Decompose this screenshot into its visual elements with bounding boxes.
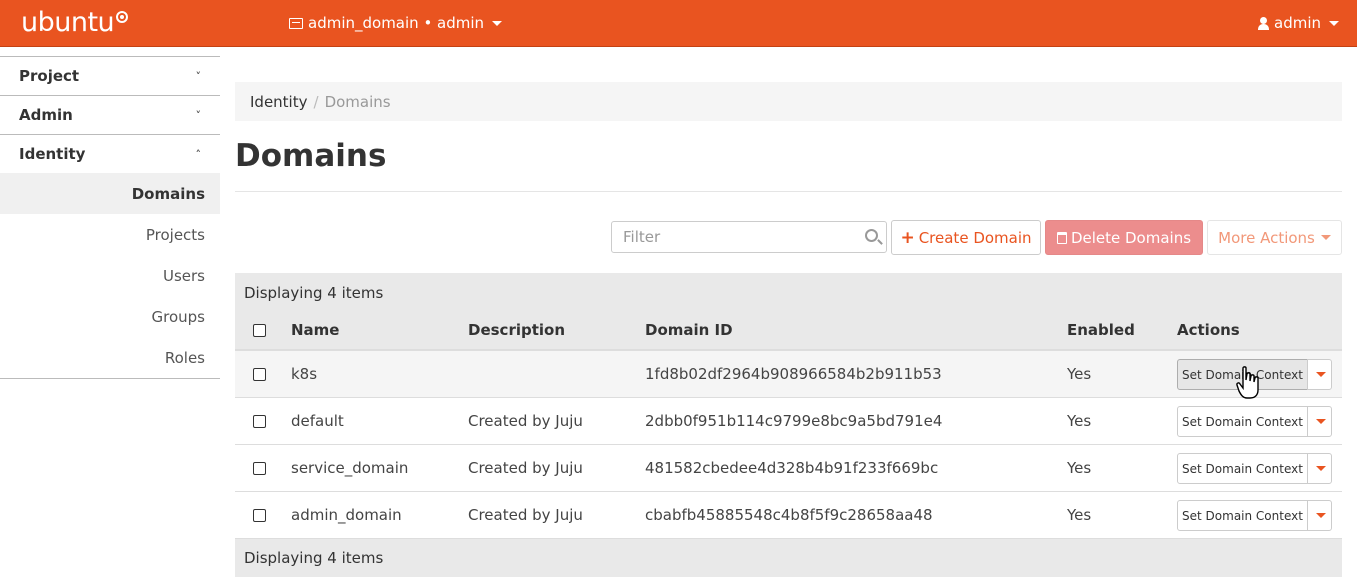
table-row[interactable]: default Created by Juju 2dbb0f951b114c97… [235,398,1342,445]
column-header-enabled[interactable]: Enabled [1067,321,1135,339]
row-checkbox[interactable] [253,509,266,522]
breadcrumb-current: Domains [324,93,391,111]
sidebar-group-label: Admin [19,106,73,124]
caret-down-icon [1315,466,1326,471]
domain-description: Created by Juju [468,412,583,430]
domain-enabled: Yes [1067,412,1092,430]
set-domain-context-button[interactable]: Set Domain Context [1177,406,1308,437]
domain-enabled: Yes [1067,365,1092,383]
item-count-footer: Displaying 4 items [244,549,384,567]
select-all-checkbox[interactable] [253,324,266,337]
caret-down-icon [1315,419,1326,424]
item-count: Displaying 4 items [244,284,384,302]
row-checkbox[interactable] [253,415,266,428]
column-header-description[interactable]: Description [468,321,565,339]
sidebar-item-roles[interactable]: Roles [0,337,220,378]
delete-domains-button[interactable]: Delete Domains [1045,220,1203,255]
row-actions-dropdown[interactable] [1307,359,1332,390]
row-actions-dropdown[interactable] [1307,406,1332,437]
sidebar-group-label: Identity [19,145,86,163]
title-divider [235,191,1342,192]
domains-table: Displaying 4 items Name Description Doma… [235,273,1342,577]
delete-domains-label: Delete Domains [1070,228,1192,247]
table-row[interactable]: service_domain Created by Juju 481582cbe… [235,445,1342,492]
ubuntu-logo[interactable]: ubuntu [21,7,115,38]
more-actions-label: More Actions [1218,228,1315,247]
user-label: admin [1274,14,1321,32]
domain-id: 2dbb0f951b114c9799e8bc9a5bd791e4 [645,412,943,430]
trash-icon [1056,231,1067,244]
create-domain-button[interactable]: + Create Domain [891,220,1041,255]
more-actions-button[interactable]: More Actions [1207,220,1342,255]
caret-down-icon [1315,513,1326,518]
sidebar-divider [0,378,220,379]
caret-down-icon [1315,372,1326,377]
plus-icon: + [900,227,915,248]
row-checkbox[interactable] [253,462,266,475]
domain-description: Created by Juju [468,459,583,477]
caret-down-icon [1320,235,1331,240]
table-row[interactable]: admin_domain Created by Juju cbabfb45885… [235,492,1342,539]
filter-placeholder: Filter [623,228,661,246]
sidebar: Project ˅ Admin ˅ Identity ˄ Domains Pro… [0,56,220,379]
column-header-domain-id[interactable]: Domain ID [645,321,733,339]
top-navbar: ubuntu admin_domain • admin admin [0,0,1357,47]
chevron-down-icon: ˅ [195,69,202,83]
table-header: Displaying 4 items Name Description Doma… [235,273,1342,351]
row-actions-dropdown[interactable] [1307,453,1332,484]
ubuntu-circle-icon [116,11,128,23]
column-header-actions: Actions [1177,321,1240,339]
caret-down-icon [1329,20,1339,26]
domain-id: 1fd8b02df2964b908966584b2b911b53 [645,365,942,383]
set-domain-context-button[interactable]: Set Domain Context [1177,453,1308,484]
column-header-name[interactable]: Name [291,321,339,339]
domain-name: k8s [291,365,318,383]
sidebar-group-project[interactable]: Project ˅ [0,56,220,95]
sidebar-group-label: Project [19,67,80,85]
domain-enabled: Yes [1067,506,1092,524]
domain-name: service_domain [291,459,409,477]
hand-pointer-icon [1236,366,1262,407]
server-icon [289,17,303,29]
search-icon[interactable] [865,229,878,242]
breadcrumb-separator: / [313,93,319,111]
domain-name: admin_domain [291,506,402,524]
create-domain-label: Create Domain [918,228,1032,247]
set-domain-context-button[interactable]: Set Domain Context [1177,500,1308,531]
chevron-down-icon: ˅ [195,108,202,122]
filter-input[interactable]: Filter [611,221,887,253]
breadcrumb: Identity / Domains [235,82,1342,121]
sidebar-group-admin[interactable]: Admin ˅ [0,95,220,134]
table-footer: Displaying 4 items [235,539,1342,577]
sidebar-group-identity[interactable]: Identity ˄ [0,134,220,173]
sidebar-item-groups[interactable]: Groups [0,296,220,337]
page-title: Domains [235,138,387,174]
domain-id: 481582cbedee4d328b4b91f233f669bc [645,459,939,477]
sidebar-item-domains[interactable]: Domains [0,173,220,214]
sidebar-item-projects[interactable]: Projects [0,214,220,255]
table-row[interactable]: k8s 1fd8b02df2964b908966584b2b911b53 Yes… [235,351,1342,398]
context-selector[interactable]: admin_domain • admin [289,14,503,32]
breadcrumb-identity[interactable]: Identity [250,93,308,111]
caret-down-icon [492,20,503,26]
row-checkbox[interactable] [253,368,266,381]
sidebar-item-users[interactable]: Users [0,255,220,296]
user-menu[interactable]: admin [1258,14,1339,32]
domain-description: Created by Juju [468,506,583,524]
domain-id: cbabfb45885548c4b8f5f9c28658aa48 [645,506,933,524]
row-actions-dropdown[interactable] [1307,500,1332,531]
domain-name: default [291,412,344,430]
context-label: admin_domain • admin [308,14,485,32]
user-icon [1258,16,1269,30]
domain-enabled: Yes [1067,459,1092,477]
chevron-up-icon: ˄ [195,147,202,161]
